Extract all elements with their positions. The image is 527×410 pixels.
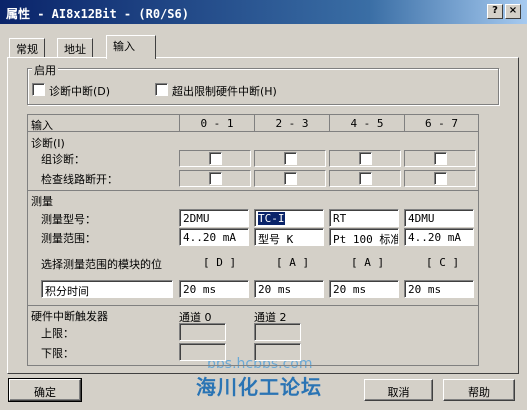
wirebreak-cell	[329, 170, 401, 187]
wirebreak-checkbox[interactable]	[359, 172, 372, 185]
tab-panel: 启用 诊断中断(D) 超出限制硬件中断(H) 输入 0 - 1 2 - 3 4 …	[7, 57, 519, 374]
wirebreak-cell	[179, 170, 251, 187]
measurement-range-field[interactable]: Pt 100 标准	[329, 228, 399, 246]
wirebreak-checkbox[interactable]	[284, 172, 297, 185]
channel-header: 6 - 7	[404, 115, 478, 131]
group-diag-checkbox[interactable]	[284, 152, 297, 165]
upper-limit-ch2-field[interactable]	[254, 323, 301, 341]
wirebreak-label: 检查线路断开：	[41, 173, 118, 186]
wirebreak-checkbox[interactable]	[434, 172, 447, 185]
measurement-type-field[interactable]: 2DMU	[179, 209, 249, 227]
lower-limit-ch0-field[interactable]	[179, 343, 226, 361]
measurement-type-field[interactable]: TC-I	[254, 209, 324, 227]
integration-time-field[interactable]: 20 ms	[179, 280, 249, 298]
diag-interrupt-checkbox[interactable]	[32, 83, 45, 96]
channel-header: 2 - 3	[254, 115, 329, 131]
section-divider	[28, 190, 478, 191]
close-title-button[interactable]: ×	[505, 4, 521, 19]
limit-interrupt-checkbox[interactable]	[155, 83, 168, 96]
help-button[interactable]: 帮助	[443, 379, 515, 401]
ok-button[interactable]: 确定	[8, 378, 82, 402]
measurement-section-title: 测量	[31, 195, 53, 208]
group-diag-cell	[404, 150, 476, 167]
module-position-value: [ A ]	[276, 256, 310, 269]
measurement-range-field[interactable]: 型号 K	[254, 228, 324, 246]
module-position-value: [ D ]	[203, 256, 237, 269]
group-diag-cell	[329, 150, 401, 167]
upper-limit-ch0-field[interactable]	[179, 323, 226, 341]
group-diag-cell	[254, 150, 326, 167]
upper-limit-label: 上限：	[41, 327, 74, 340]
cancel-button[interactable]: 取消	[364, 379, 433, 401]
module-position-value: [ A ]	[351, 256, 385, 269]
table-header: 输入 0 - 1 2 - 3 4 - 5 6 - 7	[28, 115, 478, 132]
diag-interrupt-label: 诊断中断(D)	[49, 85, 111, 98]
lower-limit-ch2-field[interactable]	[254, 343, 301, 361]
channel-header: 0 - 1	[179, 115, 254, 131]
diagnostics-section-title: 诊断(I)	[31, 137, 65, 150]
group-diag-cell	[179, 150, 251, 167]
wirebreak-cell	[404, 170, 476, 187]
integration-time-label: 积分时间	[41, 280, 173, 298]
measurement-type-label: 测量型号：	[41, 213, 96, 226]
measurement-type-field[interactable]: 4DMU	[404, 209, 474, 227]
integration-time-field[interactable]: 20 ms	[254, 280, 324, 298]
module-position-value: [ C ]	[426, 256, 460, 269]
tab-input[interactable]: 输入	[106, 35, 156, 59]
wirebreak-cell	[254, 170, 326, 187]
tab-general[interactable]: 常规	[9, 38, 45, 57]
wirebreak-checkbox[interactable]	[209, 172, 222, 185]
tab-address[interactable]: 地址	[57, 38, 93, 57]
help-title-button[interactable]: ?	[487, 4, 503, 19]
group-diag-label: 组诊断：	[41, 153, 85, 166]
table-header-label: 输入	[31, 119, 53, 132]
group-diag-checkbox[interactable]	[434, 152, 447, 165]
measurement-type-field[interactable]: RT	[329, 209, 399, 227]
measurement-range-label: 测量范围：	[41, 232, 96, 245]
limit-interrupt-label: 超出限制硬件中断(H)	[172, 85, 277, 98]
measurement-type-value: TC-I	[258, 212, 285, 225]
group-diag-checkbox[interactable]	[209, 152, 222, 165]
window-title: 属性 - AI8x12Bit - (R0/S6)	[6, 7, 189, 21]
lower-limit-label: 下限：	[41, 347, 74, 360]
section-divider	[28, 305, 478, 306]
channel-header: 4 - 5	[329, 115, 404, 131]
module-position-label: 选择测量范围的模块的位	[41, 258, 162, 271]
integration-time-field[interactable]: 20 ms	[329, 280, 399, 298]
watermark-name: 海川化工论坛	[196, 375, 322, 399]
measurement-range-field[interactable]: 4..20 mA	[404, 228, 474, 246]
trigger-section-title: 硬件中断触发器	[31, 310, 108, 323]
measurement-range-field[interactable]: 4..20 mA	[179, 228, 249, 246]
group-diag-checkbox[interactable]	[359, 152, 372, 165]
settings-table: 输入 0 - 1 2 - 3 4 - 5 6 - 7 诊断(I) 组诊断： 检查…	[27, 114, 479, 366]
integration-time-field[interactable]: 20 ms	[404, 280, 474, 298]
title-bar[interactable]: 属性 - AI8x12Bit - (R0/S6) ? ×	[0, 0, 527, 24]
enable-group-label: 启用	[32, 62, 58, 78]
